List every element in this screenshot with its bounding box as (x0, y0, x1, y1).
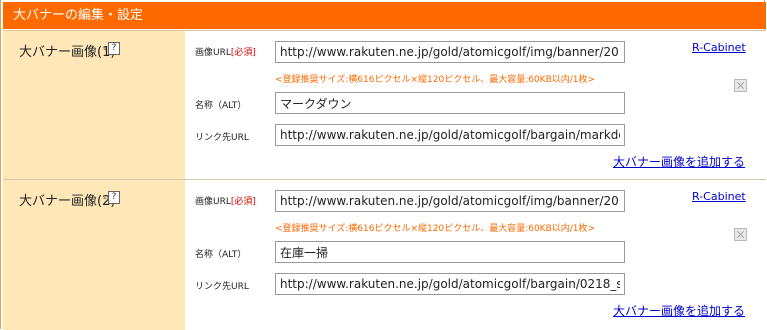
banner-2-label: 大バナー画像(2) (19, 194, 116, 209)
image-url-input[interactable] (275, 41, 625, 63)
image-url-input[interactable] (275, 190, 625, 212)
image-url-label: 画像URL[必須] (195, 48, 256, 58)
alt-label: 名称（ALT） (195, 101, 247, 111)
remove-x-icon[interactable] (734, 79, 747, 92)
link-url-label: リンク先URL (195, 133, 249, 143)
banner-row-1: 大バナー画像(1) -? 画像URL[必須] R-Cabinet <登録推奨サイ… (3, 30, 766, 179)
alt-label: 名称（ALT） (195, 250, 247, 260)
size-hint: <登録推奨サイズ:横616ピクセル×縦120ピクセル、最大容量:60KB以内/1… (275, 224, 596, 234)
link-url-label: リンク先URL (195, 282, 249, 292)
required-marker: [必須] (230, 48, 256, 58)
add-banner-link[interactable]: 大バナー画像を追加する (613, 153, 745, 170)
banner-2-fields: 画像URL[必須] R-Cabinet <登録推奨サイズ:横616ピクセル×縦1… (185, 180, 766, 330)
image-url-label: 画像URL[必須] (195, 197, 256, 207)
r-cabinet-link[interactable]: R-Cabinet (692, 190, 746, 203)
help-question-icon[interactable]: -? (103, 42, 120, 55)
banner-1-label-cell: 大バナー画像(1) -? (3, 31, 185, 179)
banner-2-label-cell: 大バナー画像(2) -? (3, 180, 185, 330)
size-hint: <登録推奨サイズ:横616ピクセル×縦120ピクセル、最大容量:60KB以内/1… (275, 75, 596, 85)
r-cabinet-link[interactable]: R-Cabinet (692, 41, 746, 54)
remove-x-icon[interactable] (734, 228, 747, 241)
banner-settings-panel: 大バナーの編集・設定 大バナー画像(1) -? 画像URL[必須] R-Cabi… (0, 0, 766, 330)
link-url-input[interactable] (275, 124, 625, 146)
banner-1-label: 大バナー画像(1) (19, 45, 116, 60)
required-marker: [必須] (230, 197, 256, 207)
section-title: 大バナーの編集・設定 (3, 2, 766, 29)
banner-1-fields: 画像URL[必須] R-Cabinet <登録推奨サイズ:横616ピクセル×縦1… (185, 31, 766, 179)
alt-input[interactable] (275, 92, 625, 114)
add-banner-link[interactable]: 大バナー画像を追加する (613, 302, 745, 319)
link-url-input[interactable] (275, 273, 625, 295)
banner-row-2: 大バナー画像(2) -? 画像URL[必須] R-Cabinet <登録推奨サイ… (3, 179, 766, 330)
help-question-icon[interactable]: -? (103, 191, 120, 204)
alt-input[interactable] (275, 241, 625, 263)
